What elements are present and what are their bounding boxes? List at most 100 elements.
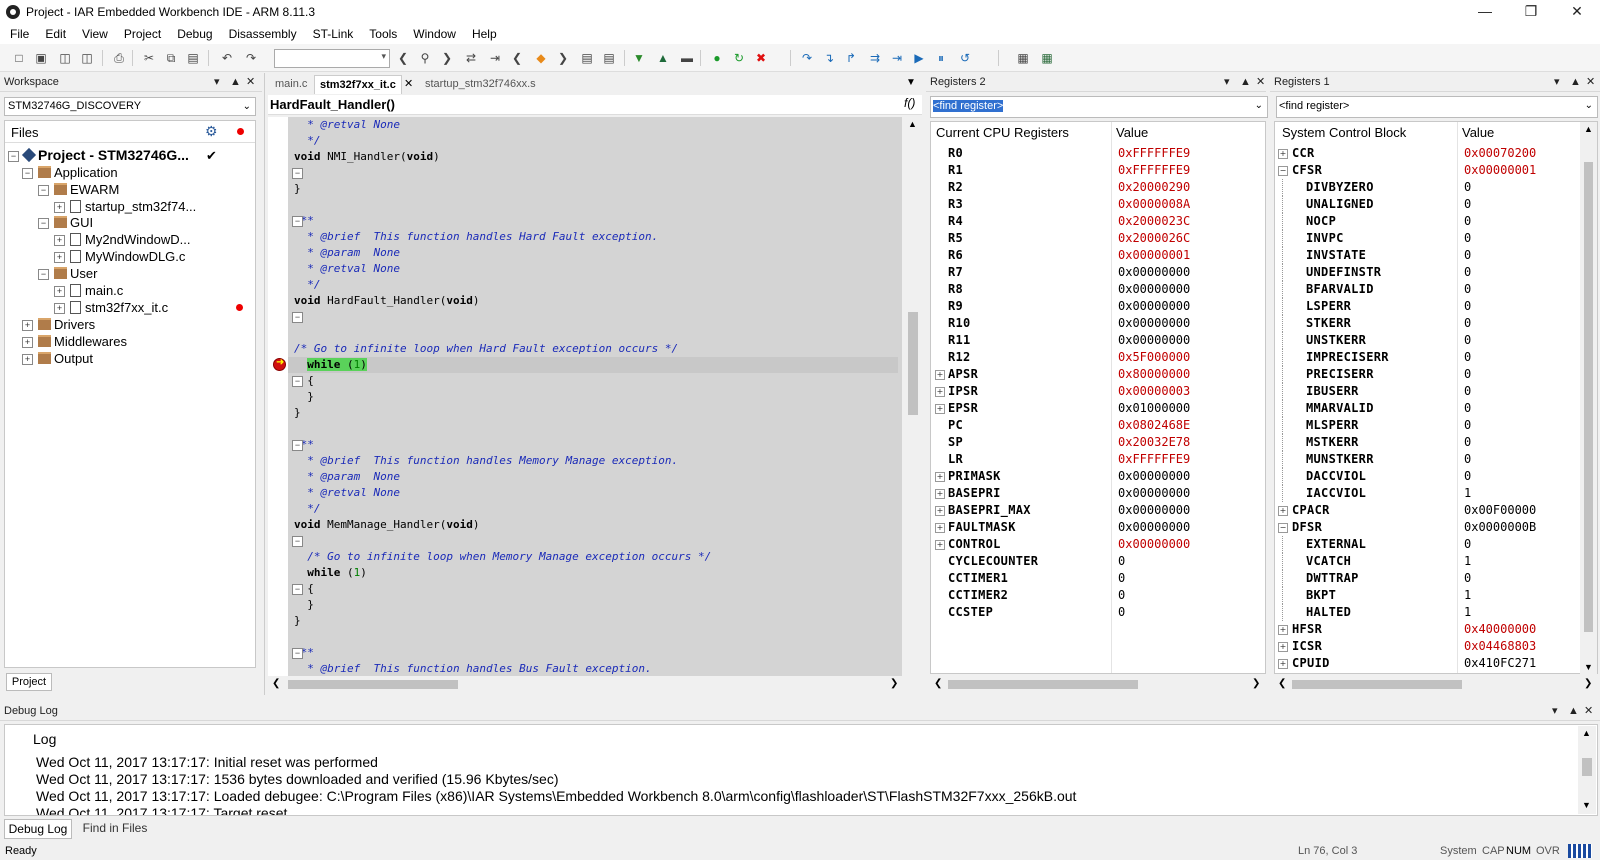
paste-icon[interactable]: ▤ [186,51,200,65]
register-row[interactable]: UNALIGNED 0 [1276,196,1580,213]
register-row[interactable]: + BASEPRI_MAX 0x00000000 [932,502,1264,519]
register-row[interactable]: R7 0x00000000 [932,264,1264,281]
scroll-right-icon[interactable]: ❯ [1252,678,1260,689]
panel-menu-icon[interactable]: ▾ [214,73,220,91]
register-value[interactable]: 0 [1464,213,1471,230]
stop-debug-icon[interactable]: ✖ [754,51,768,65]
debug-icon[interactable]: ▲ [656,51,670,65]
register-value[interactable]: 0 [1464,536,1471,553]
register-row[interactable]: HALTED 1 [1276,604,1580,621]
run-to-cursor-icon[interactable]: ⇥ [890,51,904,65]
register-value[interactable]: 0x00000000 [1118,519,1190,536]
fold-toggle-icon[interactable]: − [292,376,303,387]
register-value[interactable]: 0x00F00000 [1464,502,1536,519]
expand-icon[interactable]: + [22,320,33,331]
save-icon[interactable]: ◫ [58,51,72,65]
register-row[interactable]: IBUSERR 0 [1276,383,1580,400]
register-row[interactable]: R11 0x00000000 [932,332,1264,349]
goto-icon[interactable]: ⇥ [488,51,502,65]
menu-edit[interactable]: Edit [37,24,74,44]
undo-icon[interactable]: ↶ [220,51,234,65]
scroll-thumb[interactable] [1582,758,1592,776]
expand-icon[interactable]: + [1278,506,1288,516]
register-row[interactable]: + ICSR 0x04468803 [1276,638,1580,655]
register-value[interactable]: 0 [1464,417,1471,434]
register-value[interactable]: 0x00070200 [1464,145,1536,162]
fold-toggle-icon[interactable]: − [292,584,303,595]
register-value[interactable]: 0 [1118,570,1125,587]
register-row[interactable]: + CPUID 0x410FC271 [1276,655,1580,672]
register-value[interactable]: 0 [1464,196,1471,213]
register-value[interactable]: 0x0000000B [1464,519,1536,536]
find-combo[interactable]: ▾ [274,49,390,68]
go-icon[interactable]: ● [710,51,724,65]
compile-icon[interactable]: ▤ [580,51,594,65]
fold-toggle-icon[interactable]: − [292,440,303,451]
close-icon[interactable]: ✕ [1584,702,1593,720]
register-value[interactable]: 0 [1464,468,1471,485]
menu-disassembly[interactable]: Disassembly [221,24,305,44]
next-statement-icon[interactable]: ⇉ [868,51,882,65]
register-value[interactable]: 1 [1464,604,1471,621]
register-value[interactable]: 0x00000001 [1464,162,1536,179]
breakpoint-gutter[interactable] [268,117,288,676]
reset-icon[interactable]: ↻ [732,51,746,65]
minimize-button[interactable]: — [1462,0,1508,24]
print-icon[interactable]: ⎙ [112,51,126,65]
register-value[interactable]: 0x2000023C [1118,213,1190,230]
register-value[interactable]: 0 [1464,247,1471,264]
step-over-icon[interactable]: ↷ [800,51,814,65]
register-row[interactable]: R12 0x5F000000 [932,349,1264,366]
tab-stm32f7xx-it[interactable]: stm32f7xx_it.c [314,75,402,94]
register-value[interactable]: 0x20000290 [1118,179,1190,196]
register-row[interactable]: CCSTEP 0 [932,604,1264,621]
register-row[interactable]: INVSTATE 0 [1276,247,1580,264]
register-row[interactable]: BKPT 1 [1276,587,1580,604]
pin-icon[interactable]: ▲ [1568,702,1579,720]
scroll-down-icon[interactable]: ▼ [1584,662,1593,672]
register-row[interactable]: R3 0x0000008A [932,196,1264,213]
close-tab-icon[interactable]: ✕ [404,77,413,90]
register-value[interactable]: 0 [1464,315,1471,332]
register-value[interactable]: 0x04468803 [1464,638,1536,655]
close-icon[interactable]: ✕ [1586,73,1595,91]
expand-icon[interactable]: + [1278,642,1288,652]
register-value[interactable]: 0x410FC271 [1464,655,1536,672]
replace-icon[interactable]: ⇄ [464,51,478,65]
save-all-icon[interactable]: ◫ [80,51,94,65]
scroll-down-icon[interactable]: ▼ [1582,800,1591,810]
register-row[interactable]: STKERR 0 [1276,315,1580,332]
collapse-icon[interactable]: − [38,218,49,229]
scroll-left-icon[interactable]: ❮ [934,678,942,689]
live-watch-icon[interactable]: ▦ [1040,51,1054,65]
register-row[interactable]: + CCR 0x00070200 [1276,145,1580,162]
register-value[interactable]: 0 [1464,434,1471,451]
menu-view[interactable]: View [74,24,116,44]
register-value[interactable]: 0x00000000 [1118,536,1190,553]
expand-icon[interactable]: + [22,354,33,365]
registers-1-vscroll[interactable]: ▲ ▼ [1580,122,1597,674]
fold-toggle-icon[interactable]: − [292,536,303,547]
panel-menu-icon[interactable]: ▾ [1224,73,1230,91]
expand-icon[interactable]: + [935,523,945,533]
expand-icon[interactable]: + [54,303,65,314]
register-row[interactable]: R9 0x00000000 [932,298,1264,315]
register-row[interactable]: + FAULTMASK 0x00000000 [932,519,1264,536]
register-value[interactable]: 0x20032E78 [1118,434,1190,451]
register-row[interactable]: IACCVIOL 1 [1276,485,1580,502]
fold-toggle-icon[interactable]: − [292,216,303,227]
expand-icon[interactable]: + [1278,659,1288,669]
register-row[interactable]: + APSR 0x80000000 [932,366,1264,383]
register-row[interactable]: PRECISERR 0 [1276,366,1580,383]
scroll-thumb[interactable] [1292,680,1462,689]
code-area[interactable]: * @retval None */void NMI_Handler(void){… [288,117,902,676]
prev-icon[interactable]: ❮ [510,51,524,65]
menu-project[interactable]: Project [116,24,169,44]
window-layout-icon[interactable]: ▦ [1016,51,1030,65]
scroll-thumb[interactable] [908,312,918,415]
pin-icon[interactable]: ▲ [1240,73,1251,91]
register-row[interactable]: INVPC 0 [1276,230,1580,247]
register-row[interactable]: IMPRECISERR 0 [1276,349,1580,366]
register-value[interactable]: 1 [1464,485,1471,502]
find-register-input[interactable]: <find register> [1279,100,1349,112]
